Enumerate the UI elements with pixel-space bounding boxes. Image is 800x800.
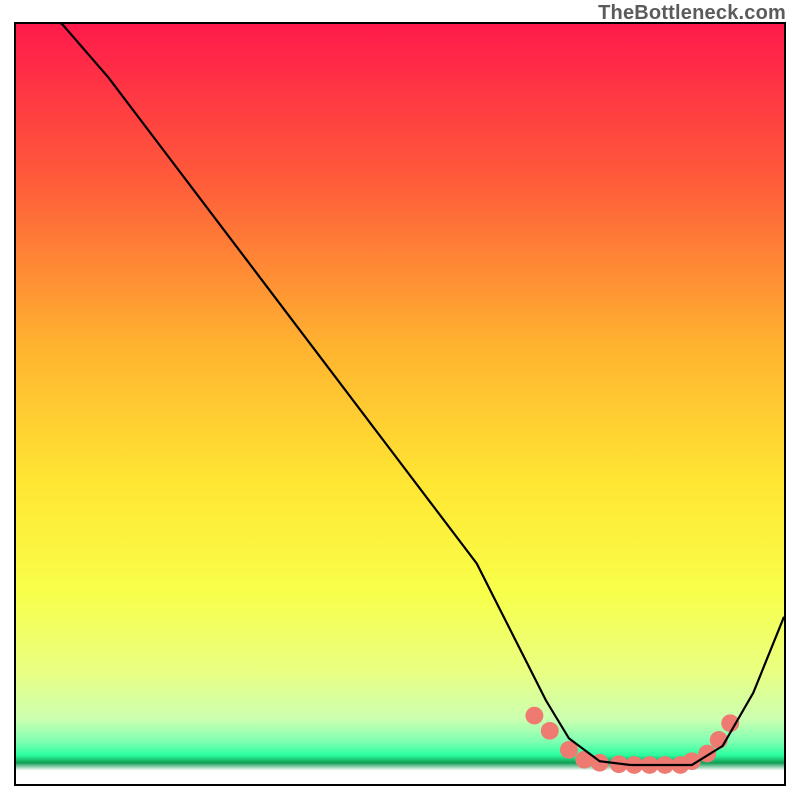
markers-group bbox=[525, 707, 739, 774]
chart-stage: TheBottleneck.com bbox=[0, 0, 800, 800]
bottleneck-curve bbox=[16, 24, 784, 765]
marker-dot bbox=[541, 722, 559, 740]
plot-frame bbox=[14, 22, 786, 786]
chart-svg bbox=[16, 24, 784, 784]
marker-dot bbox=[525, 707, 543, 725]
